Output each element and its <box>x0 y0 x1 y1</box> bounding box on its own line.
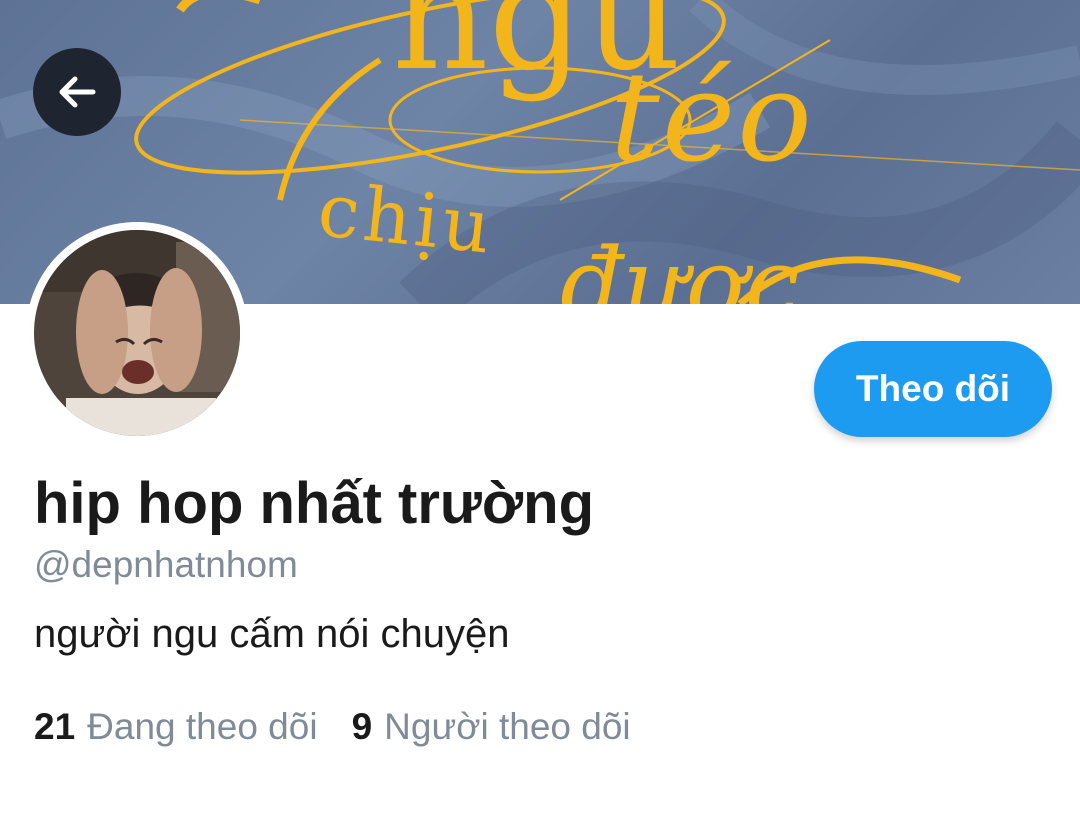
user-handle: @depnhatnhom <box>34 544 298 585</box>
following-count: 21 <box>34 706 76 747</box>
avatar[interactable] <box>26 222 248 444</box>
follow-button[interactable]: Theo dõi <box>814 341 1052 437</box>
back-button[interactable] <box>33 48 121 136</box>
followers-count: 9 <box>351 706 373 747</box>
follow-stats: 21 Đang theo dõi 9 Người theo dõi <box>34 706 631 748</box>
profile-page: ngu téo chịu được Theo dõi hip hop nhất … <box>0 0 1080 816</box>
banner-word: chịu <box>313 167 499 271</box>
arrow-left-icon <box>59 76 96 108</box>
followers-label: Người theo dõi <box>384 706 631 747</box>
banner-word: được <box>560 228 800 304</box>
following-label: Đang theo dõi <box>87 706 318 747</box>
display-name: hip hop nhất trường <box>34 471 595 536</box>
banner-word: téo <box>610 46 814 190</box>
following-stat[interactable]: 21 Đang theo dõi <box>34 706 318 748</box>
avatar-image <box>26 222 248 444</box>
followers-stat[interactable]: 9 Người theo dõi <box>352 706 631 748</box>
profile-bio: người ngu cấm nói chuyện <box>34 612 510 656</box>
